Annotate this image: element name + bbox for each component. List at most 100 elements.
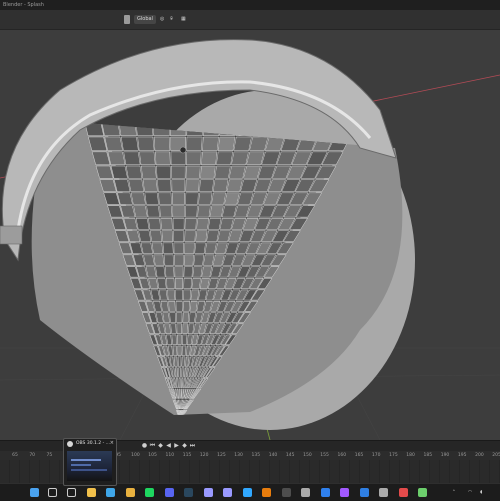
cone-panel bbox=[131, 193, 145, 205]
cone-panel bbox=[189, 313, 196, 323]
frame-tick-label: 195 bbox=[458, 451, 467, 460]
cone-panel bbox=[213, 180, 228, 192]
prev-keyframe-icon[interactable]: ◆ bbox=[157, 442, 164, 449]
premiere-icon[interactable] bbox=[204, 488, 213, 497]
cone-panel bbox=[176, 313, 182, 323]
cone-panel bbox=[216, 152, 232, 165]
steam-icon[interactable] bbox=[184, 488, 193, 497]
cone-panel bbox=[163, 243, 173, 254]
cone-panel bbox=[136, 218, 149, 229]
3d-viewport[interactable] bbox=[0, 30, 500, 440]
obs-icon bbox=[67, 441, 73, 447]
magnet-icon[interactable]: ⌾ bbox=[170, 15, 173, 24]
spotify-icon[interactable] bbox=[145, 488, 154, 497]
snap-increment-icon[interactable]: ▦ bbox=[181, 15, 186, 24]
photoshop-icon[interactable] bbox=[243, 488, 252, 497]
cone-panel bbox=[171, 152, 186, 165]
orientation-dropdown[interactable]: Global bbox=[134, 15, 156, 24]
app-icon-2[interactable] bbox=[418, 488, 427, 497]
search-icon[interactable] bbox=[48, 488, 57, 497]
cone-panel bbox=[183, 301, 190, 311]
file-explorer-icon[interactable] bbox=[87, 488, 96, 497]
cone-panel bbox=[159, 290, 167, 300]
orientation-icon[interactable] bbox=[124, 15, 130, 24]
transform-pivot-icon[interactable]: ◎ bbox=[160, 15, 164, 24]
cone-panel bbox=[160, 206, 172, 217]
cone-panel bbox=[175, 278, 183, 288]
viewport-canvas bbox=[0, 30, 500, 440]
mail-icon[interactable] bbox=[360, 488, 369, 497]
window-title: Blender - Splash bbox=[3, 0, 44, 10]
cone-panel bbox=[186, 152, 201, 165]
obs-preview-label: OBS 30.1.2 - ... bbox=[76, 441, 110, 446]
wifi-icon[interactable]: ◠ bbox=[468, 487, 472, 498]
cone-panel bbox=[182, 335, 187, 345]
cone-panel bbox=[185, 218, 197, 229]
cone-panel bbox=[161, 218, 173, 229]
cone-panel bbox=[184, 243, 194, 254]
cone-panel bbox=[181, 368, 184, 378]
close-icon[interactable]: × bbox=[110, 440, 114, 446]
play-reverse-icon[interactable]: ◀ bbox=[165, 442, 172, 449]
cone-panel bbox=[218, 137, 235, 151]
cone-panel bbox=[183, 313, 189, 323]
cone-panel bbox=[234, 137, 252, 151]
chrome-icon[interactable] bbox=[126, 488, 135, 497]
cone-panel bbox=[168, 301, 175, 311]
cone-panel bbox=[186, 137, 202, 151]
cone-panel bbox=[148, 218, 160, 229]
cone-panel bbox=[150, 231, 162, 242]
cone-panel bbox=[173, 231, 183, 242]
cone-panel bbox=[194, 255, 204, 266]
jump-end-icon[interactable]: ⏭ bbox=[189, 442, 196, 449]
cone-panel bbox=[134, 206, 148, 217]
cone-panel bbox=[222, 206, 236, 217]
volume-icon[interactable]: ◖ bbox=[480, 487, 482, 498]
settings-icon[interactable] bbox=[379, 488, 388, 497]
blender-icon[interactable] bbox=[262, 488, 271, 497]
frame-tick-label: 125 bbox=[217, 451, 226, 460]
obs-taskbar-preview[interactable]: OBS 30.1.2 - ... × bbox=[63, 438, 117, 486]
cone-panel bbox=[111, 166, 128, 178]
next-keyframe-icon[interactable]: ◆ bbox=[181, 442, 188, 449]
cone-panel bbox=[174, 357, 178, 367]
cone-panel bbox=[179, 389, 180, 398]
cone-panel bbox=[171, 166, 185, 178]
frame-tick-label: 100 bbox=[131, 451, 140, 460]
cone-panel bbox=[186, 180, 200, 192]
figma-icon[interactable] bbox=[340, 488, 349, 497]
cone-panel bbox=[156, 267, 166, 277]
cone-panel bbox=[174, 255, 183, 266]
rim-bracket bbox=[0, 226, 22, 244]
edge-icon[interactable] bbox=[106, 488, 115, 497]
cone-panel bbox=[172, 335, 177, 345]
jump-start-icon[interactable]: ⏮ bbox=[149, 442, 156, 449]
cone-panel bbox=[179, 378, 181, 387]
discord-icon[interactable] bbox=[165, 488, 174, 497]
cone-panel bbox=[185, 206, 197, 217]
cone-panel bbox=[175, 267, 183, 277]
cone-panel bbox=[117, 193, 132, 205]
frame-tick-label: 165 bbox=[355, 451, 364, 460]
obs-icon[interactable] bbox=[282, 488, 291, 497]
cone-panel bbox=[121, 137, 138, 151]
cone-panel bbox=[105, 137, 123, 151]
play-icon[interactable]: ▶ bbox=[173, 442, 180, 449]
after-effects-icon[interactable] bbox=[223, 488, 232, 497]
pivot-point bbox=[180, 147, 186, 153]
app-icon[interactable] bbox=[399, 488, 408, 497]
frame-tick-label: 65 bbox=[12, 451, 18, 460]
cone-panel bbox=[191, 290, 199, 300]
cone-panel bbox=[155, 152, 170, 165]
task-view-icon[interactable] bbox=[67, 488, 76, 497]
frame-tick-label: 135 bbox=[252, 451, 261, 460]
cone-panel bbox=[119, 121, 137, 136]
vscode-icon[interactable] bbox=[321, 488, 330, 497]
record-icon[interactable]: ● bbox=[141, 442, 148, 449]
cone-panel bbox=[170, 313, 176, 323]
frame-tick-label: 170 bbox=[372, 451, 381, 460]
tray-chevron-icon[interactable]: ⌃ bbox=[452, 487, 456, 498]
unity-icon[interactable] bbox=[301, 488, 310, 497]
frame-tick-label: 75 bbox=[47, 451, 53, 460]
windows-start-icon[interactable] bbox=[30, 488, 39, 497]
